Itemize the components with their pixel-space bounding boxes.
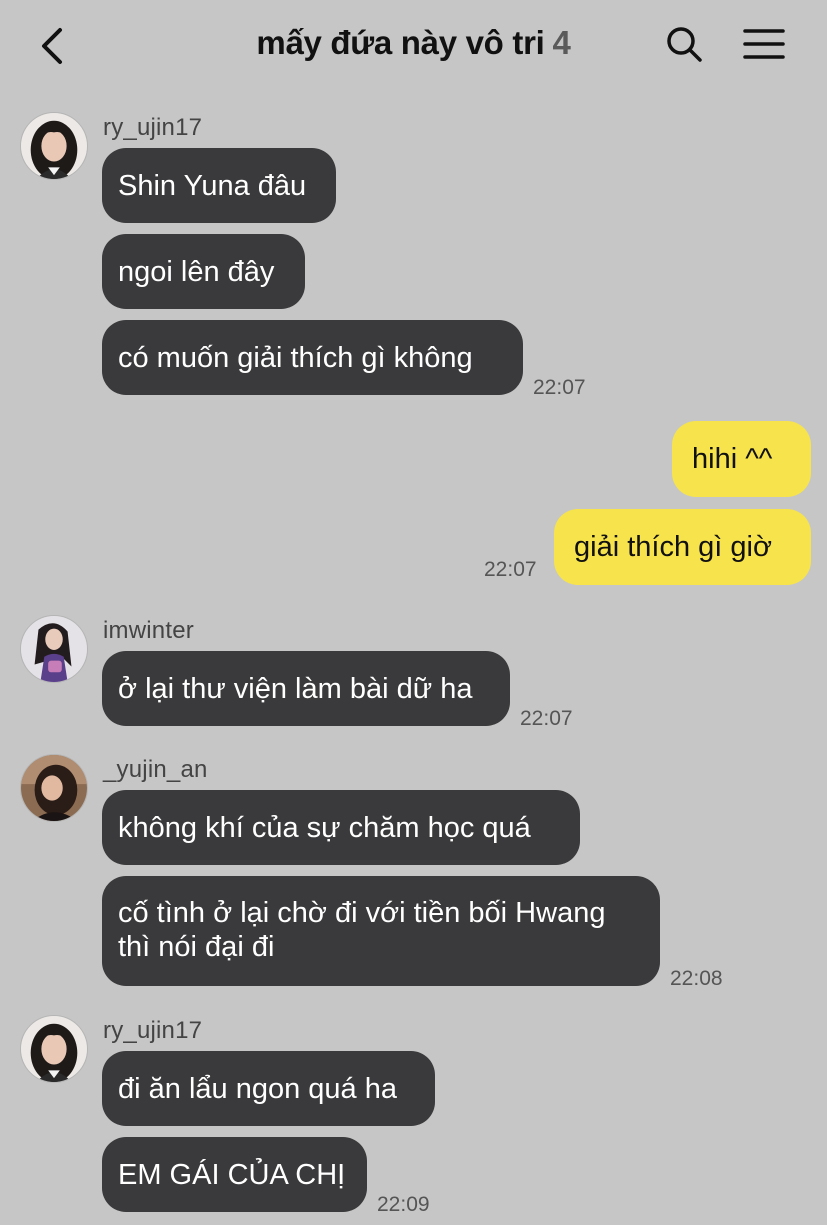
message-bubble[interactable]: EM GÁI CỦA CHỊ [102,1137,367,1212]
sender-name: ry_ujin17 [103,114,203,141]
message-text-line: thì nói đại đi [118,931,275,963]
profile-photo-icon [21,1016,87,1082]
message-bubble[interactable]: ngoi lên đây [102,234,305,309]
message-bubble[interactable]: không khí của sự chăm học quá [102,790,580,865]
group-name: mấy đứa này vô tri [256,24,545,61]
message-timestamp: 22:07 [484,558,537,581]
avatar-ry-ujin17[interactable] [20,1015,88,1083]
menu-button[interactable] [742,26,786,62]
message-text: đi ăn lẩu ngon quá ha [118,1072,397,1105]
message-timestamp: 22:09 [377,1193,430,1216]
message-bubble[interactable]: ở lại thư viện làm bài dữ ha [102,651,510,726]
hamburger-menu-icon [743,29,785,59]
message-bubble[interactable]: có muốn giải thích gì không [102,320,523,395]
outgoing-message-bubble[interactable]: hihi ^^ [672,421,811,497]
profile-photo-icon [21,616,87,682]
chat-header: mấy đứa này vô tri 4 [0,0,827,90]
profile-photo-icon [21,113,87,179]
message-timestamp: 22:07 [533,376,586,399]
sender-name: ry_ujin17 [103,1017,203,1044]
sender-name: _yujin_an [103,756,208,783]
profile-photo-icon [21,755,87,821]
message-bubble[interactable]: cố tình ở lại chờ đi với tiền bối Hwang … [102,876,660,986]
sender-name: imwinter [103,617,194,644]
member-count: 4 [552,24,571,61]
message-timestamp: 22:07 [520,707,573,730]
search-icon [667,27,702,62]
message-text: không khí của sự chăm học quá [118,811,531,844]
message-bubble[interactable]: Shin Yuna đâu [102,148,336,223]
message-text: Shin Yuna đâu [118,169,307,202]
outgoing-message-bubble[interactable]: giải thích gì giờ [554,509,811,585]
avatar-ry-ujin17[interactable] [20,112,88,180]
message-text: ngoi lên đây [118,255,275,288]
message-text-line: cố tình ở lại chờ đi với tiền bối Hwang [118,897,606,929]
message-text: EM GÁI CỦA CHỊ [118,1158,346,1191]
message-text: giải thích gì giờ [574,531,772,563]
avatar-imwinter[interactable] [20,615,88,683]
avatar-yujin-an[interactable] [20,754,88,822]
message-timestamp: 22:08 [670,967,723,990]
message-text: có muốn giải thích gì không [118,341,473,374]
message-text: hihi ^^ [692,443,773,475]
message-bubble[interactable]: đi ăn lẩu ngon quá ha [102,1051,435,1126]
search-button[interactable] [664,24,704,64]
message-text: ở lại thư viện làm bài dữ ha [118,672,473,705]
